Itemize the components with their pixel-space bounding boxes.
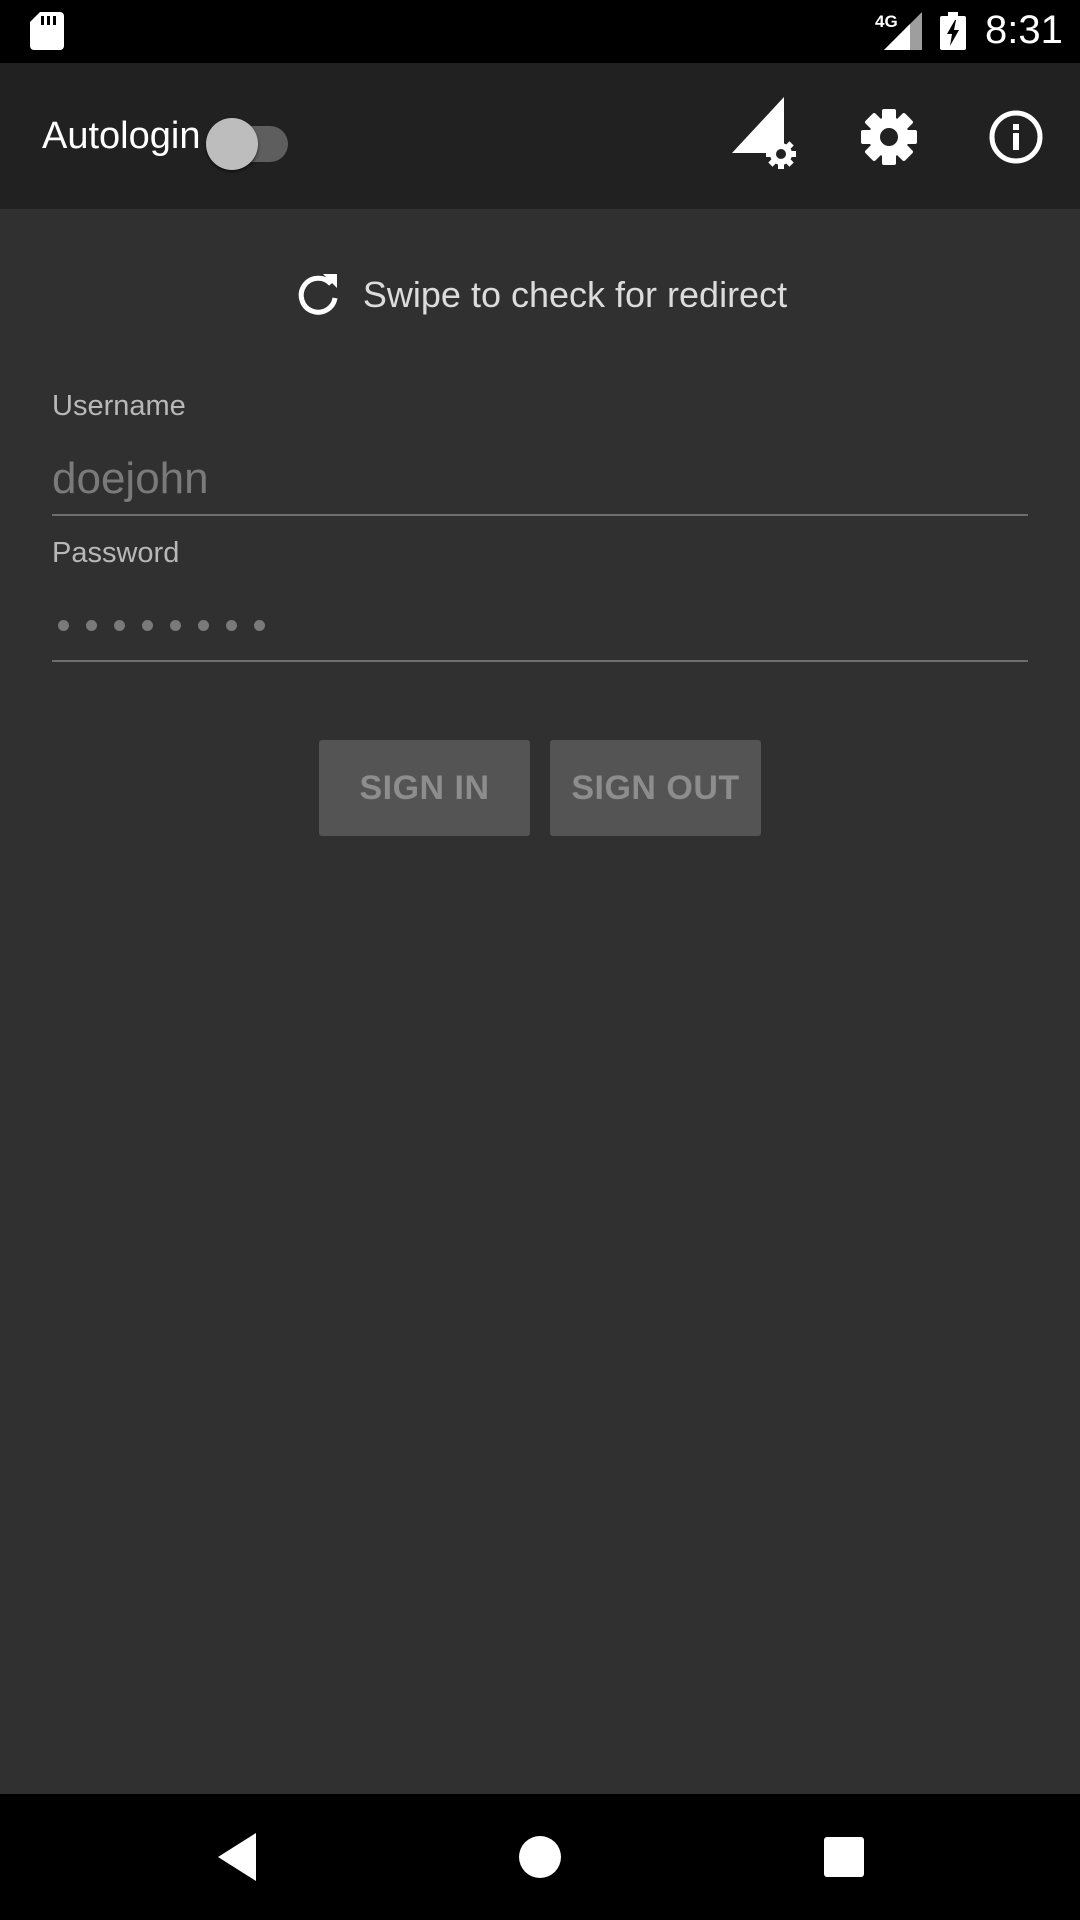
settings-button[interactable] [849, 97, 929, 177]
recents-icon[interactable] [814, 1827, 874, 1887]
sign-out-button[interactable]: SIGN OUT [550, 740, 761, 836]
password-dot [254, 619, 265, 631]
password-dot [58, 619, 69, 631]
battery-charging-icon [940, 12, 966, 50]
password-field[interactable] [52, 590, 1028, 662]
username-input[interactable] [52, 444, 1028, 514]
info-icon [989, 110, 1043, 164]
home-icon[interactable] [510, 1827, 570, 1887]
sign-in-button[interactable]: SIGN IN [319, 740, 530, 836]
signal-settings-button[interactable] [722, 97, 802, 177]
password-dot [142, 619, 153, 631]
screen: 4G 8:31 Autologin Swipe to check for red… [0, 0, 1080, 1920]
info-button[interactable] [976, 97, 1056, 177]
gear-icon [861, 109, 917, 165]
navigation-bar [0, 1794, 1080, 1920]
password-dot [86, 619, 97, 631]
password-dots [58, 610, 282, 640]
cell-signal-icon [884, 12, 922, 50]
app-bar: Autologin [0, 63, 1080, 209]
refresh-icon [298, 274, 338, 315]
password-dot [198, 619, 209, 631]
password-label: Password [52, 537, 180, 569]
username-field[interactable] [52, 444, 1028, 516]
status-bar: 4G 8:31 [0, 0, 1080, 63]
username-label: Username [52, 390, 186, 422]
switch-thumb [206, 118, 258, 170]
password-dot [226, 619, 237, 631]
autologin-label: Autologin [42, 115, 201, 157]
password-dot [114, 619, 125, 631]
clock: 8:31 [985, 8, 1063, 52]
refresh-hint: Swipe to check for redirect [0, 270, 1080, 330]
signal-settings-icon [732, 97, 796, 169]
autologin-switch[interactable] [206, 113, 290, 170]
back-icon[interactable] [206, 1827, 266, 1887]
refresh-hint-text: Swipe to check for redirect [362, 274, 788, 315]
password-dot [170, 619, 181, 631]
sd-card-icon [30, 12, 64, 50]
